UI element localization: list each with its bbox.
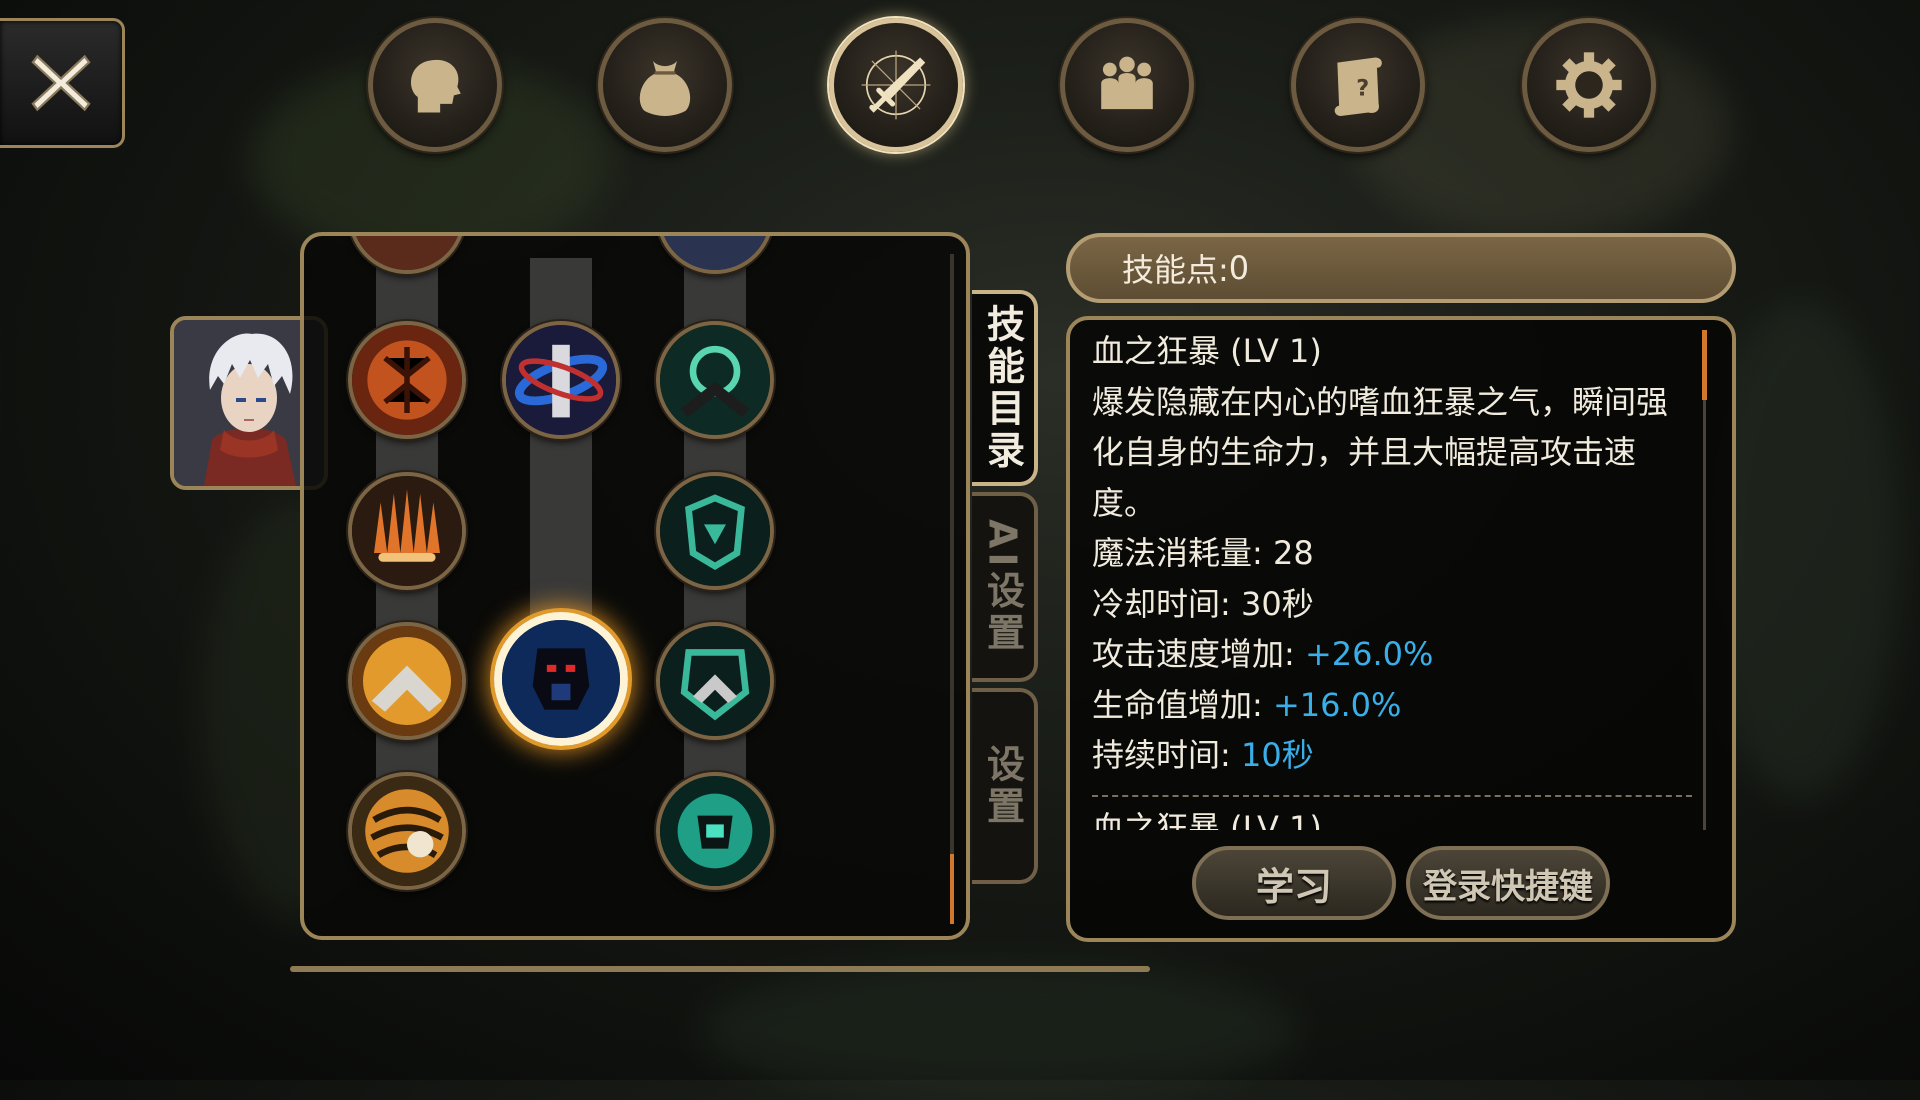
green-aura-icon (660, 776, 770, 886)
skill-points-bar: 技能点: 0 (1066, 233, 1736, 303)
tab-ai-settings[interactable]: AI设置 (972, 492, 1038, 682)
skill-points-label: 技能点: (1122, 251, 1229, 289)
description-scrollbar[interactable] (1702, 330, 1707, 830)
scroll-icon: ? (1334, 57, 1382, 116)
menu-settings-button[interactable] (1522, 18, 1656, 152)
skill-flame-spikes[interactable] (348, 472, 466, 590)
skill-title: 血之狂暴 (LV 1) (1092, 332, 1322, 370)
description-scroll-area[interactable]: 血之狂暴 (LV 1) 爆发隐藏在内心的嗜血狂暴之气，瞬间强化自身的生命力，并且… (1070, 320, 1730, 830)
cooldown-label: 冷却时间: (1092, 584, 1241, 623)
tab-ai-settings-label: AI设置 (980, 519, 1025, 655)
description-divider (1092, 794, 1692, 797)
menu-party-button[interactable] (1060, 18, 1194, 152)
green-up-icon (660, 626, 770, 736)
scrollbar-thumb[interactable] (1702, 330, 1707, 400)
skill-green-spirit[interactable] (656, 321, 774, 439)
body-burst-icon (352, 325, 462, 435)
mana-cost-row: 魔法消耗量: 28 (1092, 528, 1692, 579)
people-icon (1101, 56, 1153, 110)
duration-label: 持续时间: (1092, 736, 1241, 774)
mana-cost-label: 魔法消耗量: (1092, 534, 1273, 572)
tab-skill-list-label: 技能目录 (980, 304, 1025, 472)
flame-spikes-icon (352, 476, 462, 586)
partial-skill-icon (352, 236, 462, 270)
background-foliage (700, 960, 1300, 1100)
skill-tree-panel (300, 232, 970, 940)
tiger-claw-icon (352, 776, 462, 886)
learn-button[interactable]: 学习 (1192, 846, 1396, 920)
close-icon (31, 54, 91, 112)
tab-settings-label: 设置 (980, 744, 1025, 828)
menu-quests-button[interactable]: ? (1291, 18, 1425, 152)
skill-track (530, 258, 592, 658)
skill-tiger-claw[interactable] (348, 772, 466, 890)
bag-icon (639, 60, 691, 116)
menu-character-button[interactable] (368, 18, 502, 152)
bottom-divider (290, 966, 1150, 972)
menu-inventory-button[interactable] (598, 18, 732, 152)
duration-row: 持续时间: 10秒 (1092, 730, 1692, 781)
cooldown-value: 30秒 (1240, 584, 1314, 623)
duration-value: 10秒 (1240, 736, 1314, 774)
skill-description-text: 爆发隐藏在内心的嗜血狂暴之气，瞬间强化自身的生命力，并且大幅提高攻击速度。 (1092, 382, 1669, 522)
hp-bonus-label: 生命值增加: (1092, 685, 1273, 724)
skill-whirlwind[interactable] (502, 321, 620, 439)
green-spirit-icon (660, 325, 770, 435)
scrollbar-thumb[interactable] (950, 854, 954, 924)
cooldown-row: 冷却时间: 30秒 (1092, 579, 1692, 630)
skill-green-up[interactable] (656, 622, 774, 740)
attack-speed-label: 攻击速度增加: (1092, 635, 1305, 673)
skill-list-scrollbar[interactable] (950, 254, 954, 924)
mana-cost-value: 28 (1272, 534, 1314, 572)
next-level-title: 血之狂暴 (LV 1) (1092, 808, 1322, 831)
chevron-blast-icon (352, 626, 462, 736)
tab-skill-list[interactable]: 技能目录 (972, 290, 1038, 486)
skill-chevron-blast[interactable] (348, 622, 466, 740)
skill-green-armor[interactable] (656, 472, 774, 590)
skill-points-value: 0 (1228, 249, 1250, 287)
svg-text:?: ? (1356, 75, 1369, 101)
hp-bonus-row: 生命值增加: +16.0% (1092, 680, 1692, 731)
head-icon (411, 59, 461, 113)
attack-speed-row: 攻击速度增加: +26.0% (1092, 629, 1692, 680)
attack-speed-value: +26.0% (1304, 635, 1434, 673)
partial-skill-icon (660, 236, 770, 270)
menu-skills-button[interactable] (829, 18, 963, 152)
whirlwind-icon (506, 325, 616, 435)
skill-green-aura[interactable] (656, 772, 774, 890)
skill-slot[interactable] (656, 236, 774, 274)
close-button[interactable] (0, 18, 125, 148)
skill-blood-rage[interactable] (494, 612, 628, 746)
tab-settings[interactable]: 设置 (972, 688, 1038, 884)
hp-bonus-value: +16.0% (1272, 685, 1402, 724)
skill-description-panel: 血之狂暴 (LV 1) 爆发隐藏在内心的嗜血狂暴之气，瞬间强化自身的生命力，并且… (1066, 316, 1736, 942)
skill-slot[interactable] (348, 236, 466, 274)
sword-icon (861, 50, 931, 120)
skill-body-burst[interactable] (348, 321, 466, 439)
blood-rage-icon (502, 620, 620, 738)
gear-icon (1556, 52, 1622, 118)
green-armor-icon (660, 476, 770, 586)
register-shortcut-button[interactable]: 登录快捷键 (1406, 846, 1610, 920)
